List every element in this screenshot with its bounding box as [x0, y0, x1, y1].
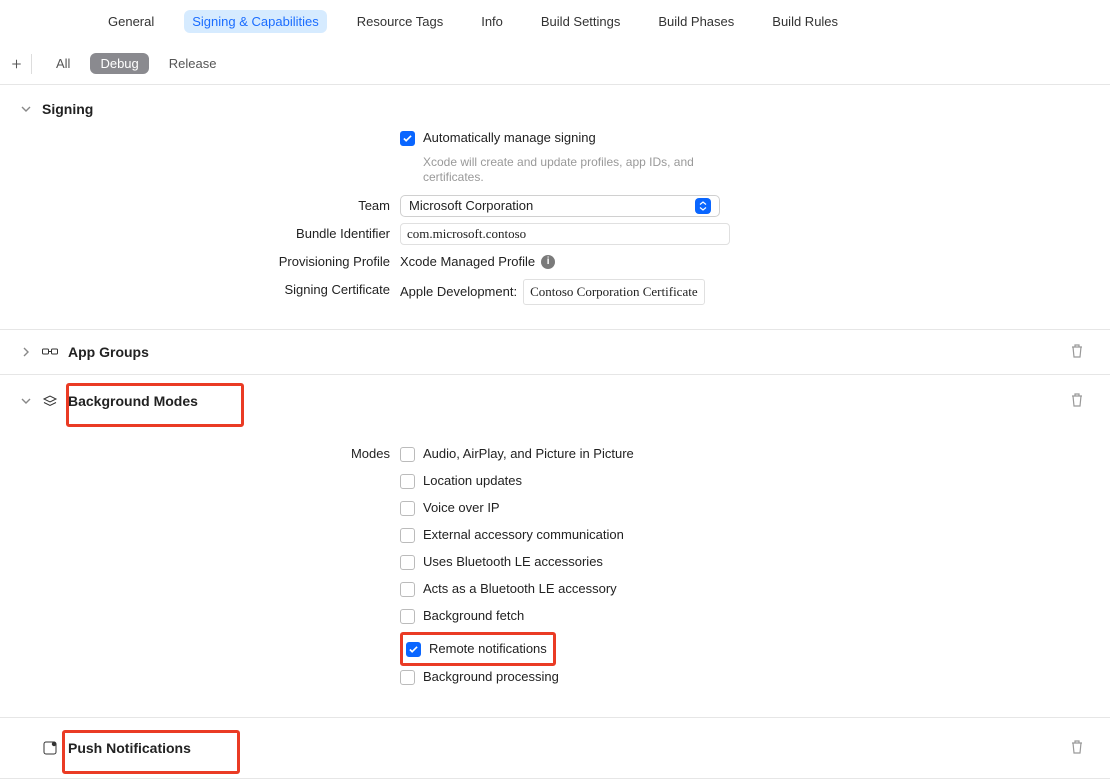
mode-checkbox[interactable] — [406, 642, 421, 657]
tab-build-rules[interactable]: Build Rules — [764, 10, 846, 33]
team-select[interactable]: Microsoft Corporation — [400, 195, 720, 217]
mode-label: Location updates — [423, 470, 522, 492]
provisioning-value: Xcode Managed Profile — [400, 251, 535, 273]
mode-label: Background fetch — [423, 605, 524, 627]
auto-manage-signing-checkbox[interactable] — [400, 131, 415, 146]
background-modes-title: Background Modes — [68, 393, 198, 409]
tab-info[interactable]: Info — [473, 10, 511, 33]
delete-push-notifications-button[interactable] — [1070, 739, 1084, 758]
tab-resource-tags[interactable]: Resource Tags — [349, 10, 451, 33]
filter-all[interactable]: All — [46, 53, 80, 74]
tab-general[interactable]: General — [100, 10, 162, 33]
mode-checkbox[interactable] — [400, 609, 415, 624]
add-capability-button[interactable] — [12, 54, 32, 74]
provisioning-label: Provisioning Profile — [20, 251, 400, 273]
filter-release[interactable]: Release — [159, 53, 227, 74]
app-groups-title: App Groups — [68, 344, 149, 360]
mode-checkbox[interactable] — [400, 474, 415, 489]
mode-label: Background processing — [423, 666, 559, 688]
delete-app-groups-button[interactable] — [1070, 343, 1084, 362]
delete-background-modes-button[interactable] — [1070, 392, 1084, 411]
mode-label: Remote notifications — [429, 638, 547, 660]
chevron-down-icon[interactable] — [20, 103, 32, 115]
tab-build-phases[interactable]: Build Phases — [650, 10, 742, 33]
annotation-highlight: Remote notifications — [400, 632, 556, 666]
auto-manage-signing-label: Automatically manage signing — [423, 127, 596, 149]
mode-label: Voice over IP — [423, 497, 500, 519]
mode-checkbox[interactable] — [400, 555, 415, 570]
mode-checkbox[interactable] — [400, 447, 415, 462]
select-stepper-icon — [695, 198, 711, 214]
filter-debug[interactable]: Debug — [90, 53, 148, 74]
mode-checkbox[interactable] — [400, 670, 415, 685]
bundle-id-label: Bundle Identifier — [20, 223, 400, 245]
mode-label: External accessory communication — [423, 524, 624, 546]
tab-build-settings[interactable]: Build Settings — [533, 10, 629, 33]
modes-label: Modes — [20, 443, 400, 465]
certificate-label: Signing Certificate — [20, 279, 400, 301]
mode-label: Audio, AirPlay, and Picture in Picture — [423, 443, 634, 465]
editor-tabs: General Signing & Capabilities Resource … — [0, 0, 1110, 41]
chevron-right-icon[interactable] — [20, 346, 32, 358]
auto-manage-signing-hint: Xcode will create and update profiles, a… — [400, 155, 710, 185]
team-label: Team — [20, 195, 400, 217]
push-notifications-title: Push Notifications — [68, 740, 191, 756]
mode-label: Uses Bluetooth LE accessories — [423, 551, 603, 573]
bundle-id-input[interactable]: com.microsoft.contoso — [400, 223, 730, 245]
chevron-down-icon[interactable] — [20, 395, 32, 407]
section-signing: Signing Automatically manage signing Xco… — [0, 85, 1110, 330]
app-groups-icon — [42, 344, 58, 360]
tab-signing-capabilities[interactable]: Signing & Capabilities — [184, 10, 326, 33]
mode-label: Acts as a Bluetooth LE accessory — [423, 578, 617, 600]
team-value: Microsoft Corporation — [409, 195, 533, 217]
capability-filter-row: All Debug Release — [0, 41, 1110, 85]
info-icon[interactable]: i — [541, 255, 555, 269]
signing-title: Signing — [42, 101, 93, 117]
certificate-value: Contoso Corporation Certificate — [523, 279, 705, 305]
push-notifications-icon — [42, 740, 58, 756]
mode-checkbox[interactable] — [400, 501, 415, 516]
mode-checkbox[interactable] — [400, 582, 415, 597]
mode-checkbox[interactable] — [400, 528, 415, 543]
background-modes-icon — [42, 393, 58, 409]
certificate-prefix: Apple Development: — [400, 281, 517, 303]
